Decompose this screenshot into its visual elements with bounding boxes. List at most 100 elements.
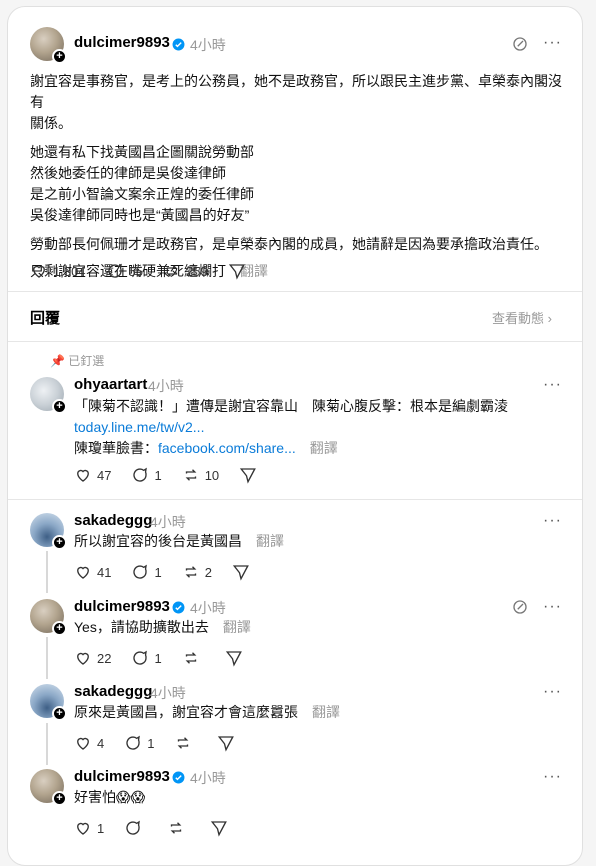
facebook-link[interactable]: facebook.com/share...: [158, 440, 296, 456]
username[interactable]: sakadeggg: [74, 683, 152, 700]
avatar[interactable]: +: [30, 513, 67, 550]
comment-button[interactable]: 1: [131, 563, 162, 581]
reply-body: 好害怕😱😱: [74, 789, 146, 805]
comment-icon: [107, 263, 122, 278]
repost-count: 10: [204, 467, 220, 483]
post-line: 是之前小智論文案余正煌的委任律師: [30, 186, 254, 202]
follow-plus-icon[interactable]: +: [52, 791, 67, 806]
username[interactable]: ohyaartart: [74, 376, 147, 393]
reply-actions: 41 1 2: [74, 563, 275, 581]
repost-icon: [178, 737, 189, 749]
username[interactable]: dulcimer9893: [74, 34, 170, 51]
like-count: 1: [97, 820, 105, 836]
translate-link[interactable]: 翻譯: [312, 704, 340, 720]
comment-icon: [133, 467, 148, 482]
replies-header: 回覆: [30, 310, 61, 327]
repost-button[interactable]: 259: [163, 262, 208, 280]
comment-icon: [126, 820, 141, 835]
more-options-icon[interactable]: ···: [543, 376, 562, 394]
comment-icon: [126, 735, 141, 750]
comment-button[interactable]: 1: [131, 466, 162, 484]
more-options-icon[interactable]: ···: [543, 768, 562, 786]
post-actions: 1,304 55 259: [30, 262, 271, 280]
verified-badge-icon: [172, 38, 185, 51]
like-button[interactable]: 1,304: [30, 262, 86, 280]
translate-link[interactable]: 翻譯: [223, 619, 251, 635]
thread-line: [46, 551, 48, 593]
verified-badge-icon: [172, 771, 185, 784]
comment-button[interactable]: 55: [106, 262, 143, 280]
comment-count: 1: [154, 467, 162, 483]
repost-icon: [185, 652, 197, 664]
heart-icon: [77, 652, 89, 665]
heart-icon: [77, 566, 89, 579]
comment-count: 1: [154, 650, 162, 666]
avatar[interactable]: +: [30, 27, 67, 64]
like-count: 22: [97, 650, 112, 666]
like-count: 41: [97, 564, 112, 580]
more-options-icon[interactable]: ···: [543, 512, 562, 530]
divider: [8, 291, 582, 292]
news-link[interactable]: today.line.me/tw/v2...: [74, 417, 574, 438]
edit-history-icon[interactable]: [511, 35, 529, 53]
comment-button[interactable]: 1: [124, 734, 154, 752]
repost-button[interactable]: 2: [182, 563, 212, 581]
view-activity-link[interactable]: 查看動態 ›: [492, 308, 552, 327]
reply-actions: 1: [74, 819, 253, 837]
send-icon: [240, 468, 257, 484]
follow-plus-icon[interactable]: +: [52, 621, 67, 636]
edit-history-icon[interactable]: [511, 598, 529, 616]
reply-body: 原來是黃國昌，謝宜容才會這麼囂張 翻譯: [74, 702, 340, 723]
thread-line: [46, 637, 48, 679]
repost-icon: [185, 566, 197, 578]
verified-badge-icon: [172, 601, 185, 614]
send-icon: [218, 736, 235, 752]
comment-button[interactable]: 1: [131, 649, 162, 667]
more-options-icon[interactable]: ···: [543, 34, 562, 52]
like-button[interactable]: 1: [74, 819, 104, 837]
post-line: 吳俊達律師同時也是“黃國昌的好友”: [30, 207, 250, 223]
share-button[interactable]: [210, 819, 233, 837]
repost-button[interactable]: [174, 734, 197, 752]
like-button[interactable]: 47: [74, 466, 111, 484]
follow-plus-icon[interactable]: +: [52, 706, 67, 721]
username[interactable]: dulcimer9893: [74, 768, 170, 785]
translate-link[interactable]: 翻譯: [256, 533, 284, 549]
avatar[interactable]: +: [30, 377, 67, 414]
post-time: 4小時: [150, 514, 186, 530]
like-count: 4: [97, 735, 105, 751]
reply-body: Yes，請協助擴散出去 翻譯: [74, 617, 251, 638]
more-options-icon[interactable]: ···: [543, 683, 562, 701]
like-button[interactable]: 41: [74, 563, 111, 581]
username[interactable]: sakadeggg: [74, 512, 152, 529]
share-button[interactable]: [239, 466, 262, 484]
repost-icon: [185, 469, 197, 481]
more-options-icon[interactable]: ···: [543, 598, 562, 616]
comment-icon: [133, 564, 148, 579]
reply-body: 「陳菊不認識！」遭傳是謝宜容靠山 陳菊心腹反擊：根本是編劇霸淩 today.li…: [74, 396, 574, 459]
follow-plus-icon[interactable]: +: [52, 49, 67, 64]
follow-plus-icon[interactable]: +: [52, 535, 67, 550]
share-button[interactable]: [228, 262, 251, 280]
like-button[interactable]: 22: [74, 649, 111, 667]
comment-button[interactable]: [124, 819, 147, 837]
comment-icon: [133, 650, 148, 665]
like-button[interactable]: 4: [74, 734, 104, 752]
repost-icon: [170, 822, 182, 834]
post-time: 4小時: [150, 685, 186, 701]
avatar[interactable]: +: [30, 599, 67, 636]
username[interactable]: dulcimer9893: [74, 598, 170, 615]
repost-button[interactable]: [167, 819, 190, 837]
share-button[interactable]: [217, 734, 240, 752]
share-button[interactable]: [232, 563, 255, 581]
share-button[interactable]: [225, 649, 248, 667]
send-icon: [225, 651, 242, 667]
repost-button[interactable]: [182, 649, 205, 667]
follow-plus-icon[interactable]: +: [52, 399, 67, 414]
repost-button[interactable]: 10: [182, 466, 219, 484]
avatar[interactable]: +: [30, 769, 67, 806]
reply-body: 所以謝宜容的後台是黃國昌 翻譯: [74, 531, 284, 552]
send-icon: [228, 264, 245, 280]
avatar[interactable]: +: [30, 684, 67, 721]
translate-link[interactable]: 翻譯: [310, 440, 338, 456]
